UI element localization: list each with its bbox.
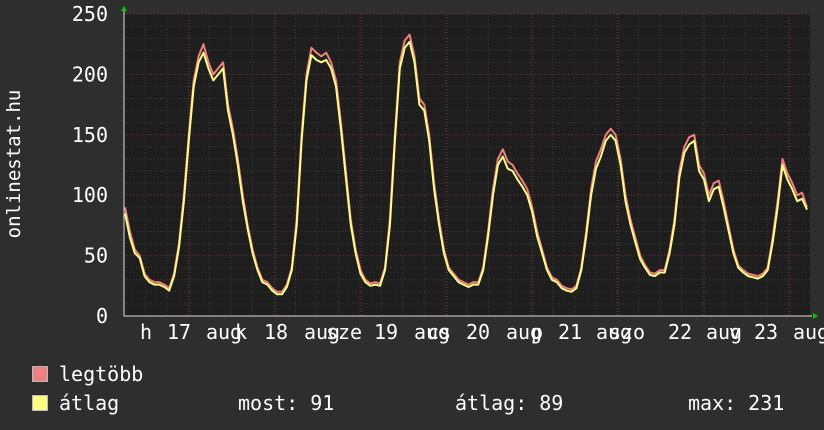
y-tick-label: 0 [96, 304, 108, 328]
legend-swatch-atlag [32, 395, 48, 411]
y-tick-label: 200 [72, 62, 108, 86]
y-tick-label: 250 [72, 2, 108, 26]
x-tick-label: 23 [754, 320, 778, 344]
x-tick-label: v [729, 320, 741, 344]
traffic-chart: 050100150200250 h 17 augk 18 augsze 19 augcs 20… [3, 2, 824, 344]
y-tick-label: 100 [72, 183, 108, 207]
x-tick-label: szo [609, 320, 645, 344]
legend-item-atlag: átlag most: 91 átlag: 89 max: 231 [32, 392, 812, 414]
x-tick-label: 20 [466, 320, 490, 344]
x-tick-label: aug [793, 320, 824, 344]
x-tick-label: cs [427, 320, 451, 344]
x-tick-label: sze [326, 320, 362, 344]
x-tick-label: 22 [668, 320, 692, 344]
stat-average-label: átlag: [455, 391, 528, 415]
x-tick-label: 17 [167, 320, 191, 344]
stat-max: max: 231 [688, 392, 784, 414]
stat-current: most: 91 [238, 392, 334, 414]
legend-swatch-legtobb [32, 366, 48, 382]
legend-label: legtöbb [59, 362, 144, 386]
x-tick-label: p [531, 320, 543, 344]
stat-average: átlag: 89 [455, 392, 563, 414]
x-tick-labels: h 17 augk 18 augsze 19 augcs 20 augp 21 augszo 22 au… [140, 320, 824, 344]
x-tick-label: k [235, 320, 247, 344]
stat-current-label: most: [238, 391, 299, 415]
stat-current-value: 91 [310, 391, 335, 415]
y-tick-labels: 0 50 100 150 200 250 [72, 2, 108, 328]
legend-label: átlag [59, 391, 120, 415]
x-tick-label: 18 [264, 320, 288, 344]
y-axis-arrow [121, 6, 127, 11]
y-tick-label: 150 [72, 123, 108, 147]
y-tick-label: 50 [84, 244, 108, 268]
stat-max-label: max: [688, 391, 737, 415]
x-axis-arrow [813, 313, 818, 319]
x-tick-label: 21 [558, 320, 582, 344]
x-tick-label: 19 [374, 320, 398, 344]
x-tick-label: h [140, 320, 152, 344]
stat-average-value: 89 [539, 391, 564, 415]
y-axis-label: onlinestat.hu [3, 90, 25, 239]
stat-max-value: 231 [748, 391, 785, 415]
